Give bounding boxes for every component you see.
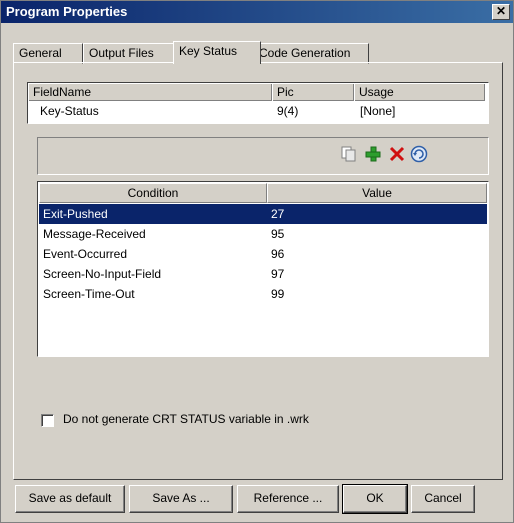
no-crt-status-label: Do not generate CRT STATUS variable in .… [63, 412, 309, 426]
value-cell: 95 [271, 227, 285, 241]
condition-cell: Exit-Pushed [43, 207, 108, 221]
ok-button[interactable]: OK [342, 484, 408, 514]
column-header-value[interactable]: Value [267, 183, 487, 203]
value-cell: 97 [271, 267, 285, 281]
save-as-default-button[interactable]: Save as default [15, 485, 125, 513]
tab-code-generation[interactable]: Code Generation [253, 43, 369, 64]
close-button[interactable]: ✕ [492, 4, 510, 20]
condition-toolbar [37, 137, 489, 175]
table-row[interactable]: Exit-Pushed 27 [39, 204, 487, 224]
cell-usage[interactable]: [None] [356, 103, 395, 119]
close-icon: ✕ [495, 4, 507, 18]
column-header-usage[interactable]: Usage [355, 84, 485, 101]
refresh-icon[interactable] [410, 145, 428, 163]
tab-key-status[interactable]: Key Status [173, 41, 261, 64]
table-row[interactable]: Screen-No-Input-Field 97 [39, 264, 487, 284]
save-as-button[interactable]: Save As ... [129, 485, 233, 513]
delete-icon[interactable] [388, 145, 406, 163]
column-header-condition[interactable]: Condition [39, 183, 267, 203]
column-header-pic[interactable]: Pic [273, 84, 354, 101]
value-cell: 99 [271, 287, 285, 301]
conditions-table[interactable]: Condition Value Exit-Pushed 27 Message-R… [37, 181, 489, 357]
table-row[interactable]: Screen-Time-Out 99 [39, 284, 487, 304]
cell-pic[interactable]: 9(4) [273, 103, 298, 119]
field-table[interactable]: FieldName Pic Usage Key-Status 9(4) [Non… [27, 82, 489, 124]
condition-cell: Message-Received [43, 227, 146, 241]
condition-cell: Screen-Time-Out [43, 287, 135, 301]
table-row[interactable]: Event-Occurred 96 [39, 244, 487, 264]
column-header-fieldname[interactable]: FieldName [29, 84, 272, 101]
tab-general[interactable]: General [13, 43, 83, 64]
title-bar[interactable]: Program Properties ✕ [1, 1, 513, 23]
copy-icon[interactable] [340, 145, 358, 163]
condition-cell: Screen-No-Input-Field [43, 267, 162, 281]
window-title: Program Properties [6, 4, 128, 19]
reference-button[interactable]: Reference ... [237, 485, 339, 513]
no-crt-status-checkbox[interactable] [41, 414, 54, 427]
table-row[interactable]: Message-Received 95 [39, 224, 487, 244]
value-cell: 27 [271, 207, 285, 221]
cell-fieldname[interactable]: Key-Status [36, 103, 99, 119]
add-icon[interactable] [364, 145, 382, 163]
condition-cell: Event-Occurred [43, 247, 128, 261]
tab-output-files[interactable]: Output Files [83, 43, 175, 64]
program-properties-dialog: Program Properties ✕ General Output File… [0, 0, 514, 523]
value-cell: 96 [271, 247, 285, 261]
cancel-button[interactable]: Cancel [411, 485, 475, 513]
